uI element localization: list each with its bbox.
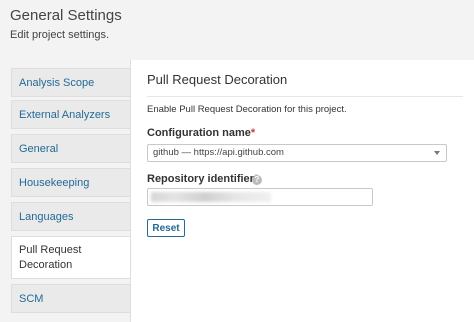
section-description: Enable Pull Request Decoration for this … (147, 104, 347, 115)
settings-sidebar: Analysis Scope External Analyzers Genera… (0, 60, 140, 322)
configuration-name-label-text: Configuration name (147, 127, 251, 139)
configuration-name-value: github — https://api.github.com (153, 147, 284, 158)
section-title: Pull Request Decoration (147, 72, 288, 87)
sidebar-item-external-analyzers[interactable]: External Analyzers (11, 100, 131, 129)
help-icon[interactable]: ? (252, 175, 262, 185)
configuration-name-select[interactable]: github — https://api.github.com (147, 144, 447, 162)
settings-panel: Pull Request Decoration Enable Pull Requ… (130, 60, 474, 322)
chevron-down-icon (434, 151, 440, 155)
redacted-value (151, 192, 271, 202)
repository-identifier-label: Repository identifier* (147, 173, 258, 185)
sidebar-item-analysis-scope[interactable]: Analysis Scope (11, 68, 131, 97)
sidebar-item-housekeeping[interactable]: Housekeeping (11, 168, 131, 197)
configuration-name-label: Configuration name* (147, 127, 255, 139)
repository-identifier-input[interactable] (147, 188, 373, 206)
section-divider (147, 96, 463, 97)
reset-button[interactable]: Reset (147, 219, 185, 237)
sidebar-item-pull-request-decoration[interactable]: Pull Request Decoration (11, 236, 136, 279)
required-marker: * (250, 127, 256, 139)
page-header: General Settings Edit project settings. (0, 0, 474, 60)
sidebar-item-scm[interactable]: SCM (11, 284, 131, 313)
sidebar-item-languages[interactable]: Languages (11, 202, 131, 231)
page-title: General Settings (10, 7, 122, 24)
sidebar-item-general[interactable]: General (11, 134, 131, 163)
page-subtitle: Edit project settings. (10, 29, 110, 41)
repository-identifier-label-text: Repository identifier (147, 173, 254, 185)
